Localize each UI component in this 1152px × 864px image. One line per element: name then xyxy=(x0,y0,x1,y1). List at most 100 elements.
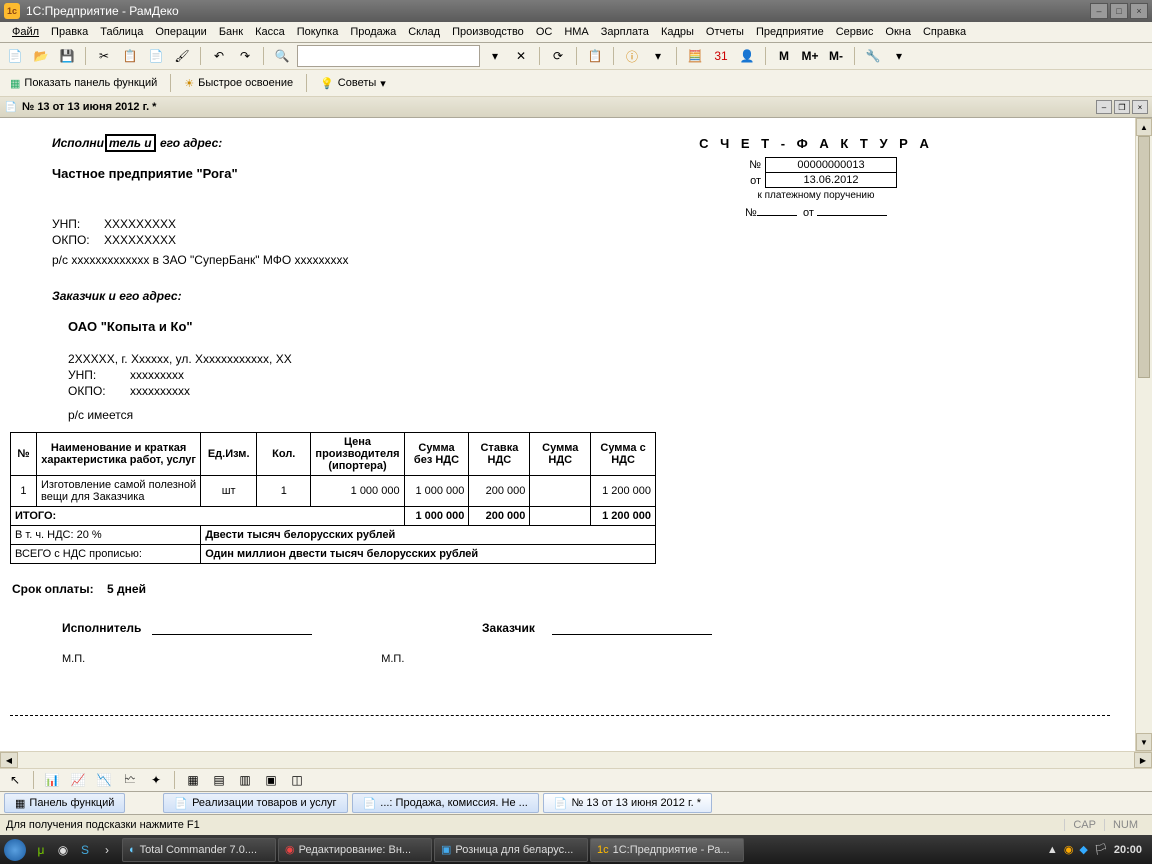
wrench-dropdown-icon[interactable]: ▾ xyxy=(888,45,910,67)
close-button[interactable]: × xyxy=(1130,3,1148,19)
pointer-icon[interactable]: ↖ xyxy=(4,769,26,791)
clock[interactable]: 20:00 xyxy=(1114,844,1142,856)
tab-current-doc[interactable]: 📄 № 13 от 13 июня 2012 г. * xyxy=(543,793,712,813)
th-num: № xyxy=(11,433,37,476)
th-unit: Ед.Изм. xyxy=(201,433,257,476)
customer-bank: р/с имеется xyxy=(10,408,1110,422)
cut-icon[interactable]: ✂ xyxy=(93,45,115,67)
menu-edit[interactable]: Правка xyxy=(45,24,94,40)
search-icon[interactable]: 🔍 xyxy=(271,45,293,67)
menu-os[interactable]: ОС xyxy=(530,24,559,40)
doc-restore-button[interactable]: ❐ xyxy=(1114,100,1130,114)
menu-stock[interactable]: Склад xyxy=(402,24,446,40)
search-dropdown-icon[interactable]: ▾ xyxy=(484,45,506,67)
minimize-button[interactable]: – xyxy=(1090,3,1108,19)
menu-service[interactable]: Сервис xyxy=(830,24,880,40)
menu-salary[interactable]: Зарплата xyxy=(595,24,655,40)
tab-realizations[interactable]: 📄 Реализации товаров и услуг xyxy=(163,793,347,813)
menu-staff[interactable]: Кадры xyxy=(655,24,700,40)
brush-icon[interactable]: 🖌 xyxy=(171,45,193,67)
clear-search-icon[interactable]: ✕ xyxy=(510,45,532,67)
tray-icon[interactable]: ▲ xyxy=(1047,844,1058,856)
tray-lang-icon[interactable]: 🏳 xyxy=(1094,843,1108,856)
redo-icon[interactable]: ↷ xyxy=(234,45,256,67)
scroll-right-icon[interactable]: ▶ xyxy=(1134,752,1152,768)
m-plus-button[interactable]: M+ xyxy=(799,45,821,67)
scroll-up-icon[interactable]: ▲ xyxy=(1136,118,1152,136)
horizontal-scrollbar[interactable]: ◀ ▶ xyxy=(0,751,1152,768)
menu-purchase[interactable]: Покупка xyxy=(291,24,345,40)
invoice-title: С Ч Е Т - Ф А К Т У Р А xyxy=(522,136,1110,151)
calc-icon[interactable]: 🧮 xyxy=(684,45,706,67)
menu-enterprise[interactable]: Предприятие xyxy=(750,24,830,40)
tips-button[interactable]: 💡Советы▾ xyxy=(314,75,392,92)
grid5-icon[interactable]: ◫ xyxy=(286,769,308,791)
refresh-icon[interactable]: ⟳ xyxy=(547,45,569,67)
task-edit[interactable]: ◉Редактирование: Вн... xyxy=(278,838,432,862)
scroll-left-icon[interactable]: ◀ xyxy=(0,752,18,768)
menu-help[interactable]: Справка xyxy=(917,24,972,40)
chart4-icon[interactable]: 🗠 xyxy=(119,769,141,791)
scroll-thumb[interactable] xyxy=(1138,136,1150,378)
ql-arrow-icon[interactable]: › xyxy=(98,841,116,859)
chart2-icon[interactable]: 📈 xyxy=(67,769,89,791)
calendar-icon[interactable]: 31 xyxy=(710,45,732,67)
show-panel-button[interactable]: ▦Показать панель функций xyxy=(4,75,163,92)
vertical-scrollbar[interactable]: ▲ ▼ xyxy=(1135,118,1152,751)
help-dropdown-icon[interactable]: ▾ xyxy=(647,45,669,67)
help-icon[interactable]: ⓘ xyxy=(621,45,643,67)
open-icon[interactable]: 📂 xyxy=(30,45,52,67)
grid4-icon[interactable]: ▣ xyxy=(260,769,282,791)
doc-minimize-button[interactable]: – xyxy=(1096,100,1112,114)
menu-file[interactable]: Файл xyxy=(6,24,45,40)
ql-utorrent-icon[interactable]: μ xyxy=(32,841,50,859)
star-icon[interactable]: ✦ xyxy=(145,769,167,791)
m-minus-button[interactable]: M- xyxy=(825,45,847,67)
new-icon[interactable]: 📄 xyxy=(4,45,26,67)
grid2-icon[interactable]: ▤ xyxy=(208,769,230,791)
tab-sale[interactable]: 📄 ...: Продажа, комиссия. Не ... xyxy=(352,793,539,813)
tray-icon[interactable]: ◉ xyxy=(1064,843,1074,856)
menu-ops[interactable]: Операции xyxy=(149,24,212,40)
wrench-icon[interactable]: 🔧 xyxy=(862,45,884,67)
payment-order-ref: № от xyxy=(745,203,887,219)
menu-windows[interactable]: Окна xyxy=(879,24,917,40)
person-icon[interactable]: 👤 xyxy=(736,45,758,67)
quick-learn-button[interactable]: ☀Быстрое освоение xyxy=(178,75,299,92)
m-button[interactable]: M xyxy=(773,45,795,67)
search-input[interactable] xyxy=(297,45,480,67)
copy-icon[interactable]: 📋 xyxy=(119,45,141,67)
tray-icon[interactable]: ◆ xyxy=(1079,843,1087,856)
paste-icon[interactable]: 📄 xyxy=(145,45,167,67)
menu-table[interactable]: Таблица xyxy=(94,24,149,40)
table-row: 1 Изготовление самой полезной вещи для З… xyxy=(11,476,656,507)
os-taskbar: μ ◉ S › ◐Total Commander 7.0.... ◉Редакт… xyxy=(0,835,1152,864)
grid3-icon[interactable]: ▥ xyxy=(234,769,256,791)
maximize-button[interactable]: □ xyxy=(1110,3,1128,19)
grid1-icon[interactable]: ▦ xyxy=(182,769,204,791)
ql-skype-icon[interactable]: S xyxy=(76,841,94,859)
chart3-icon[interactable]: 📉 xyxy=(93,769,115,791)
document-scroll[interactable]: ▲ ▼ Исполнитель и его адрес: Частное пре… xyxy=(0,118,1152,751)
system-tray[interactable]: ▲ ◉ ◆ 🏳 20:00 xyxy=(1041,843,1148,856)
task-roznica[interactable]: ▣Розница для беларус... xyxy=(434,838,588,862)
menu-sale[interactable]: Продажа xyxy=(344,24,402,40)
menu-prod[interactable]: Производство xyxy=(446,24,530,40)
task-1c[interactable]: 1c1С:Предприятие - Ра... xyxy=(590,838,744,862)
performer-label: Исполнитель и его адрес: xyxy=(52,136,522,150)
menu-bank[interactable]: Банк xyxy=(213,24,249,40)
tab-panel-funcs[interactable]: ▦ Панель функций xyxy=(4,793,125,813)
menu-cash[interactable]: Касса xyxy=(249,24,291,40)
chart1-icon[interactable]: 📊 xyxy=(41,769,63,791)
ql-chrome-icon[interactable]: ◉ xyxy=(54,841,72,859)
task-totalcmd[interactable]: ◐Total Commander 7.0.... xyxy=(122,838,276,862)
start-button[interactable] xyxy=(4,839,26,861)
scroll-down-icon[interactable]: ▼ xyxy=(1136,733,1152,751)
undo-icon[interactable]: ↶ xyxy=(208,45,230,67)
doc-close-button[interactable]: × xyxy=(1132,100,1148,114)
menu-reports[interactable]: Отчеты xyxy=(700,24,750,40)
menu-nma[interactable]: НМА xyxy=(558,24,594,40)
customer-name: ОАО "Копыта и Ко" xyxy=(10,319,1110,334)
clipboard-icon[interactable]: 📋 xyxy=(584,45,606,67)
save-icon[interactable]: 💾 xyxy=(56,45,78,67)
